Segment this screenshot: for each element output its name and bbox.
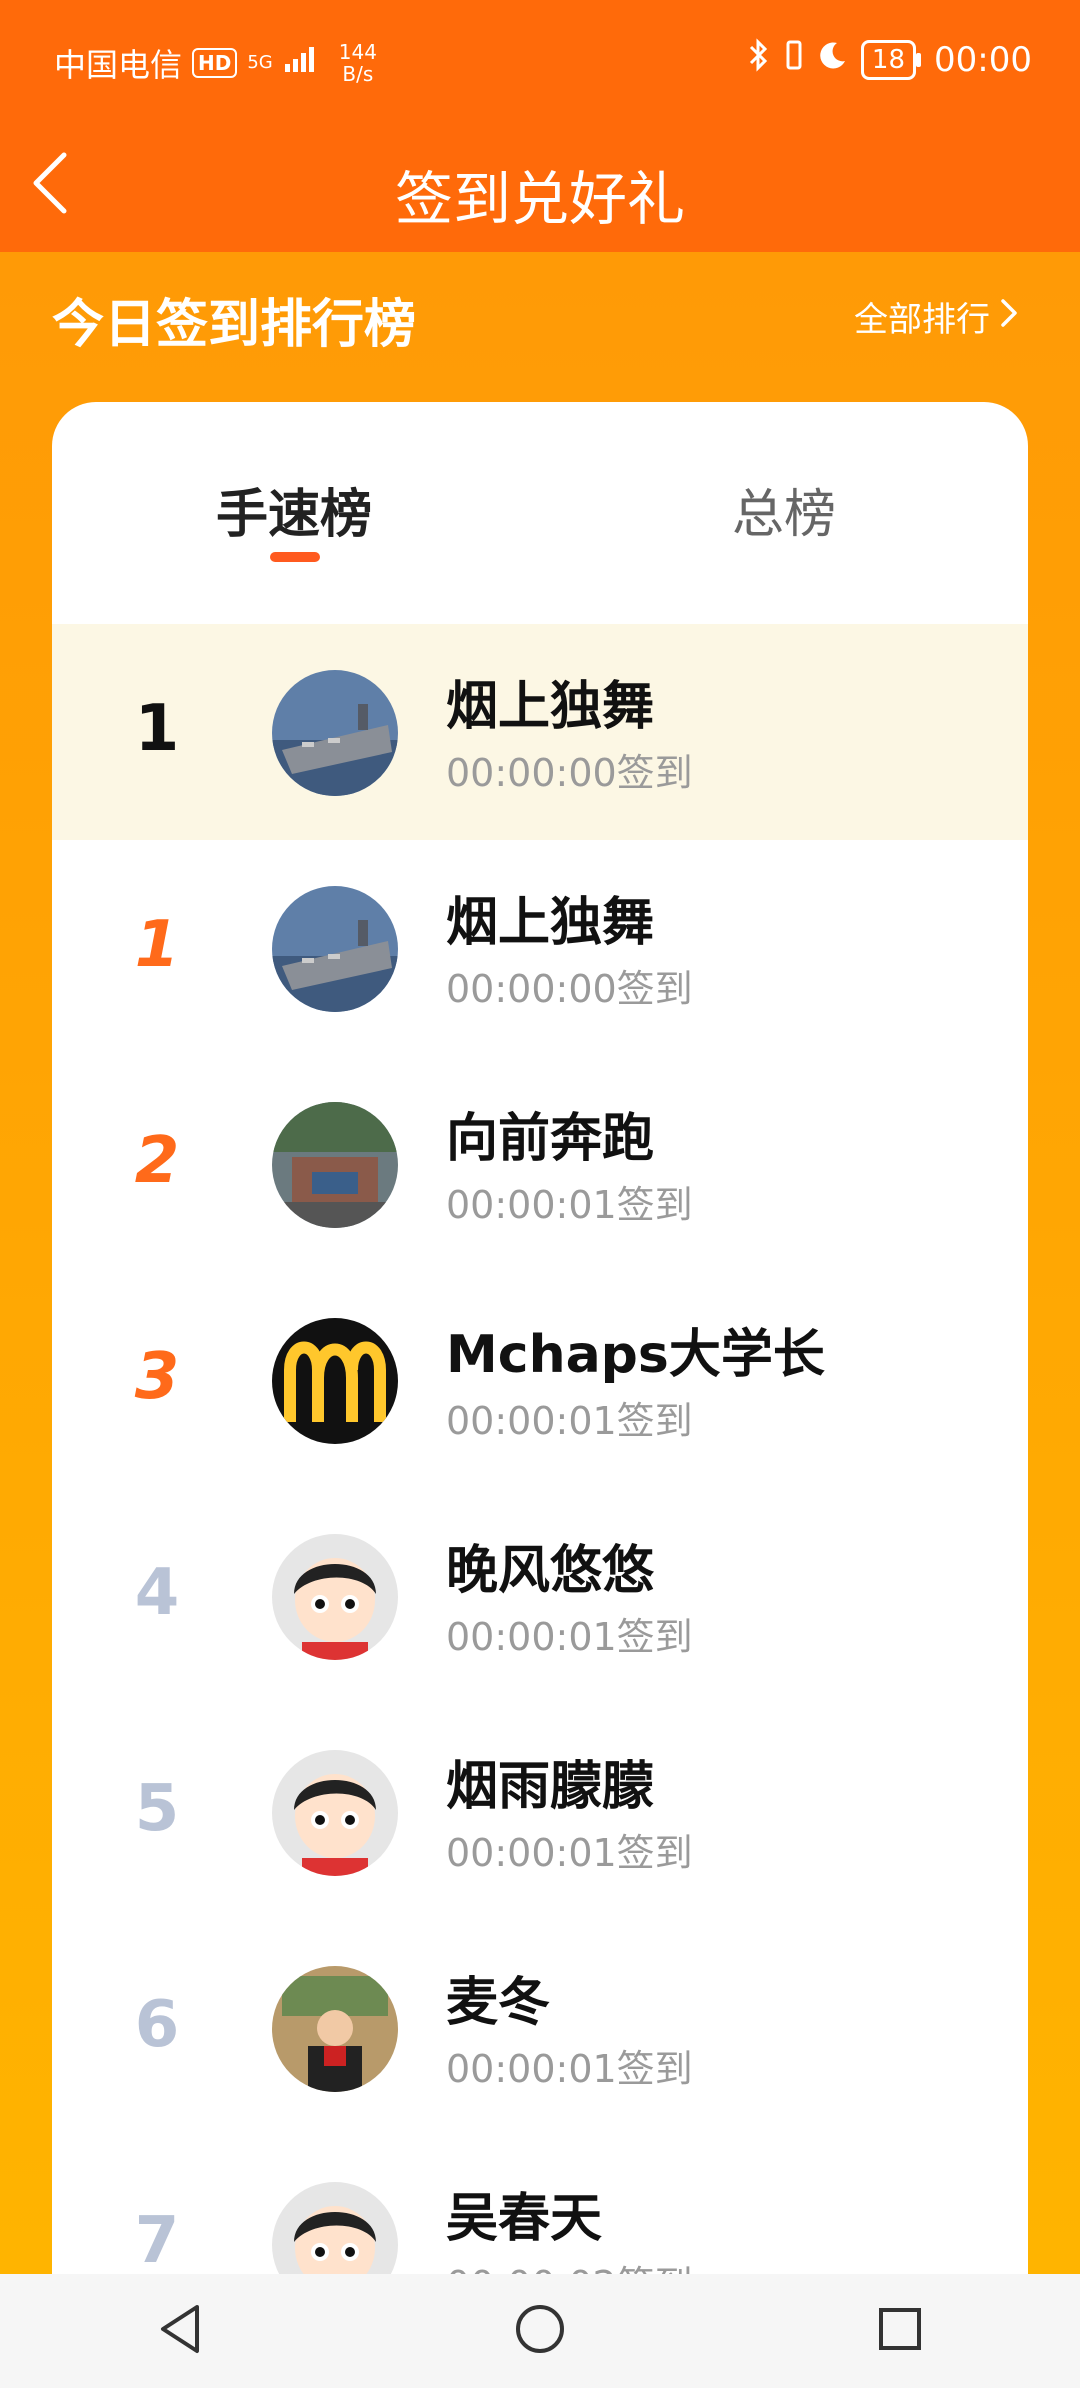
rank-number: 1: [134, 692, 180, 766]
square-recents-icon: [875, 2304, 925, 2358]
speed-unit: B/s: [342, 62, 374, 86]
user-name: 向前奔跑: [446, 1109, 655, 1169]
speed-value: 144: [338, 40, 377, 64]
title-bar: 签到兑好礼: [0, 120, 1080, 252]
ranking-row[interactable]: 1 烟上独舞 00:00:00签到: [52, 840, 1028, 1056]
nav-home-button[interactable]: [495, 2286, 585, 2376]
vibrate-icon: [783, 38, 805, 81]
ranking-row[interactable]: 2 向前奔跑 00:00:01签到: [52, 1056, 1028, 1272]
medal-rank-number: 2: [134, 1124, 180, 1198]
ranking-row[interactable]: 6 麦冬 00:00:01签到: [52, 1920, 1028, 2136]
system-navigation-bar: [0, 2274, 1080, 2388]
page-title: 签到兑好礼: [394, 165, 685, 233]
sign-in-time: 00:00:01签到: [446, 1399, 693, 1443]
my-rank-row[interactable]: 1 烟上独舞 00:00:00签到: [52, 624, 1028, 840]
ranking-tabs: 手速榜 总榜: [52, 402, 1028, 622]
chevron-right-icon: [1000, 297, 1018, 337]
user-name: 烟雨朦朦: [446, 1757, 655, 1817]
rank-number: 4: [134, 1556, 180, 1630]
sign-in-time: 00:00:00签到: [446, 751, 693, 795]
network-speed: 144 B/s: [339, 41, 377, 85]
ranking-card: 手速榜 总榜 1 烟上独舞 00:00:00签到 1 烟上独舞 00:00:00…: [52, 402, 1028, 2282]
avatar: [272, 2182, 398, 2282]
rank-number: 5: [134, 1772, 180, 1846]
status-right: 18 00:00: [745, 38, 1032, 81]
tab-speed-ranking[interactable]: 手速榜: [216, 472, 372, 547]
carrier-name: 中国电信: [54, 46, 183, 84]
active-tab-indicator: [270, 552, 320, 562]
user-name: Mchaps大学长: [446, 1325, 825, 1385]
triangle-back-icon: [155, 2301, 205, 2361]
moon-icon: [817, 39, 849, 80]
nav-recents-button[interactable]: [855, 2286, 945, 2376]
network-type: 5G: [247, 52, 273, 73]
medal-rank-number: 3: [134, 1340, 180, 1414]
avatar: [272, 670, 398, 796]
user-name: 麦冬: [446, 1973, 551, 2033]
avatar: [272, 1750, 398, 1876]
nav-back-button[interactable]: [135, 2286, 225, 2376]
clock: 00:00: [934, 39, 1032, 80]
avatar: [272, 1966, 398, 2092]
all-ranking-label: 全部排行: [854, 300, 990, 340]
ranking-row[interactable]: 7 吴春天 00:00:02签到: [52, 2136, 1028, 2282]
ranking-row[interactable]: 3 Mchaps大学长 00:00:01签到: [52, 1272, 1028, 1488]
signal-icon: [283, 44, 319, 82]
user-name: 晚风悠悠: [446, 1541, 655, 1601]
status-bar: 中国电信 HD 5G 144 B/s 18 00:00: [0, 0, 1080, 120]
sign-in-time: 00:00:00签到: [446, 967, 693, 1011]
sign-in-time: 00:00:01签到: [446, 2047, 693, 2091]
sign-in-time: 00:00:01签到: [446, 1183, 693, 1227]
ranking-row[interactable]: 5 烟雨朦朦 00:00:01签到: [52, 1704, 1028, 1920]
bluetooth-icon: [745, 38, 771, 81]
user-name: 烟上独舞: [446, 893, 655, 953]
battery-indicator: 18: [860, 39, 922, 80]
avatar: [272, 886, 398, 1012]
ranking-heading: 今日签到排行榜: [52, 295, 417, 355]
avatar: [272, 1318, 398, 1444]
sign-in-time: 00:00:01签到: [446, 1831, 693, 1875]
tab-total-ranking[interactable]: 总榜: [732, 472, 836, 547]
avatar: [272, 1534, 398, 1660]
rank-number: 7: [134, 2204, 180, 2278]
sign-in-time: 00:00:01签到: [446, 1615, 693, 1659]
status-left: 中国电信 HD 5G 144 B/s: [54, 40, 377, 86]
circle-home-icon: [512, 2301, 568, 2361]
all-ranking-link[interactable]: 全部排行: [854, 292, 1018, 341]
avatar: [272, 1102, 398, 1228]
rank-number: 6: [134, 1988, 180, 2062]
user-name: 吴春天: [446, 2189, 603, 2249]
medal-rank-number: 1: [134, 908, 180, 982]
hd-badge: HD: [192, 48, 238, 78]
ranking-row[interactable]: 4 晚风悠悠 00:00:01签到: [52, 1488, 1028, 1704]
user-name: 烟上独舞: [446, 677, 655, 737]
